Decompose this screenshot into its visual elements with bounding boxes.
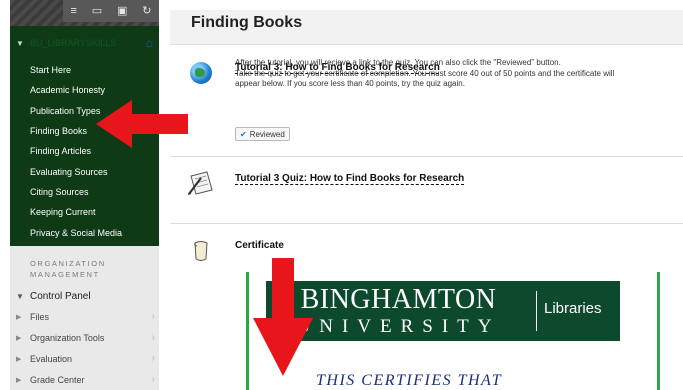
control-item-grade-center[interactable]: ▶ Grade Center › <box>10 369 159 390</box>
window-icon[interactable]: ▣ <box>117 5 127 17</box>
organization-management-heading: ORGANIZATION MANAGEMENT <box>10 258 159 280</box>
collapse-triangle-icon[interactable]: ▼ <box>16 39 30 48</box>
sidebar-item-evaluating-sources[interactable]: Evaluating Sources <box>10 161 159 181</box>
control-item-label: Evaluation <box>30 353 73 364</box>
red-arrow-down-icon <box>253 258 313 376</box>
certificate-border-right <box>657 272 660 390</box>
item-divider <box>170 223 683 224</box>
sidebar-item-privacy-social-media[interactable]: Privacy & Social Media <box>10 222 159 242</box>
sidebar-toolbar: ≡ ▭ ▣ ↻ <box>10 0 159 26</box>
course-sidebar: ≡ ▭ ▣ ↻ ▼ BU_LIBRARYSKILLS ⌂ Start Here … <box>10 0 159 390</box>
control-item-organization-tools[interactable]: ▶ Organization Tools › <box>10 327 159 348</box>
chevron-right-icon: › <box>151 353 155 364</box>
description-line: Take the quiz to get your certificate of… <box>235 68 615 78</box>
item-divider <box>170 156 683 157</box>
globe-icon <box>190 62 212 84</box>
menu-icon[interactable]: ≡ <box>70 5 76 17</box>
org-heading-line-1: ORGANIZATION <box>30 259 106 268</box>
course-title[interactable]: BU_LIBRARYSKILLS <box>30 38 146 48</box>
refresh-icon[interactable]: ↻ <box>142 5 151 17</box>
reviewed-label: Reviewed <box>249 129 285 139</box>
expand-arrow-icon: ▶ <box>16 376 22 384</box>
expand-arrow-icon: ▶ <box>16 313 22 321</box>
quiz-pencil-icon <box>188 171 213 195</box>
university-logo-banner: BINGHAMTON UNIVERSITY Libraries <box>266 281 620 341</box>
page-title: Finding Books <box>191 14 303 31</box>
quiz-link[interactable]: Tutorial 3 Quiz: How to Find Books for R… <box>235 173 464 184</box>
chevron-right-icon: › <box>151 311 155 322</box>
certificate-border-left <box>246 272 249 390</box>
certificate-title: Certificate <box>235 240 284 251</box>
red-arrow-left-icon <box>96 100 188 148</box>
collapse-icon[interactable]: ▭ <box>92 5 102 17</box>
page-header: Finding Books <box>170 10 683 45</box>
expand-triangle-icon[interactable]: ▼ <box>16 292 30 301</box>
expand-arrow-icon: ▶ <box>16 355 22 363</box>
certificate-scroll-icon <box>194 241 208 261</box>
sidebar-tools: ≡ ▭ ▣ ↻ <box>63 0 159 22</box>
logo-separator <box>536 291 537 331</box>
description-line: appear below. If you score less than 40 … <box>235 79 465 88</box>
control-panel-header[interactable]: ▼ Control Panel <box>10 287 159 305</box>
sidebar-item-academic-honesty[interactable]: Academic Honesty <box>10 80 159 100</box>
home-icon[interactable]: ⌂ <box>146 36 153 50</box>
reviewed-button[interactable]: ✔ Reviewed <box>235 127 290 141</box>
sidebar-item-start-here[interactable]: Start Here <box>10 60 159 80</box>
course-menu-header[interactable]: ▼ BU_LIBRARYSKILLS ⌂ <box>10 26 159 60</box>
chevron-right-icon: › <box>151 374 155 385</box>
chevron-right-icon: › <box>151 332 155 343</box>
control-item-label: Grade Center <box>30 374 85 385</box>
logo-libraries: Libraries <box>544 300 602 317</box>
sidebar-item-keeping-current[interactable]: Keeping Current <box>10 202 159 222</box>
control-item-label: Files <box>30 311 50 322</box>
expand-arrow-icon: ▶ <box>16 334 22 342</box>
control-item-files[interactable]: ▶ Files › <box>10 306 159 327</box>
org-heading-line-2: MANAGEMENT <box>30 270 100 279</box>
control-panel-label: Control Panel <box>30 290 91 302</box>
sidebar-item-citing-sources[interactable]: Citing Sources <box>10 182 159 202</box>
certifies-text: THIS CERTIFIES THAT <box>316 372 503 389</box>
tutorial-description: After the tutorial, you will recieve a l… <box>235 58 683 90</box>
control-item-evaluation[interactable]: ▶ Evaluation › <box>10 348 159 369</box>
description-line: After the tutorial, you will recieve a l… <box>235 58 561 67</box>
control-item-label: Organization Tools <box>30 332 105 343</box>
checkmark-icon: ✔ <box>240 129 247 139</box>
